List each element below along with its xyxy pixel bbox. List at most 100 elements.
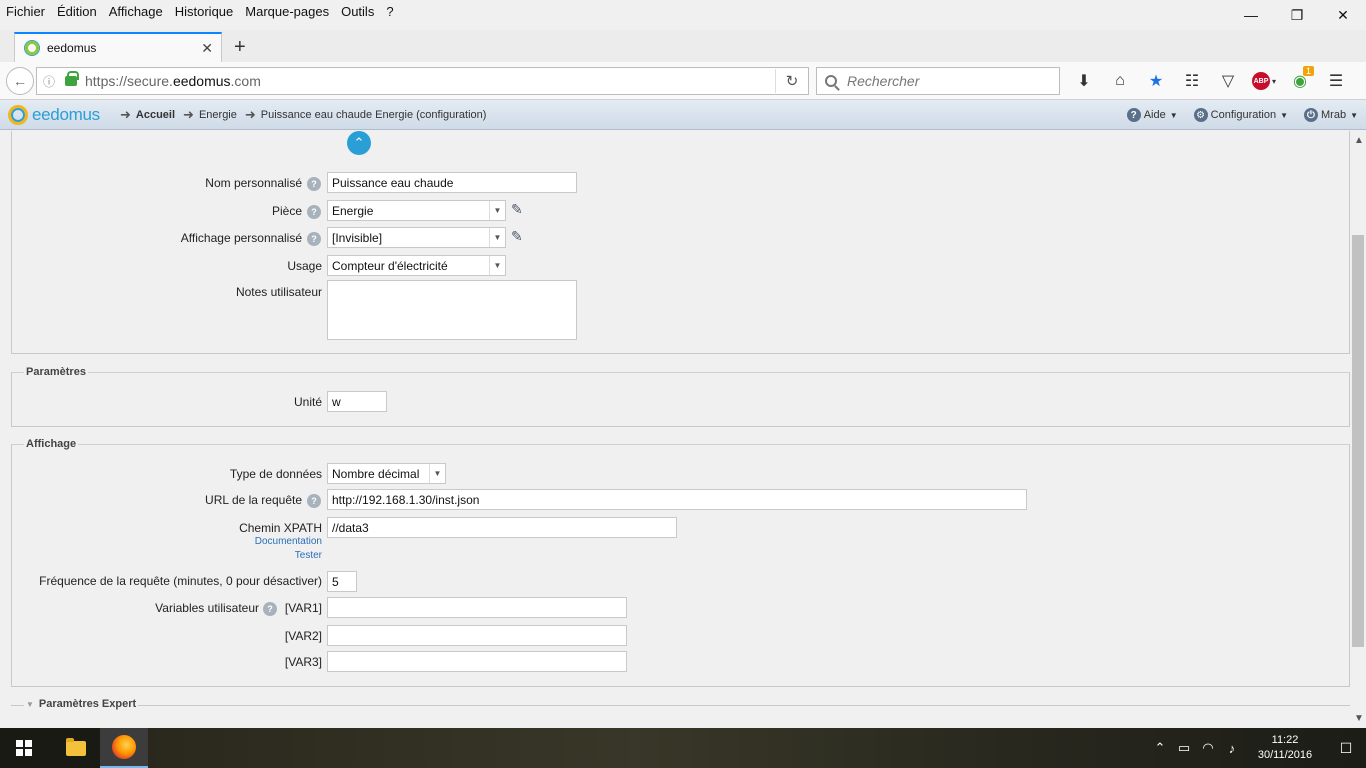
usage-value: Compteur d'électricité — [332, 258, 448, 273]
search-placeholder: Rechercher — [847, 73, 920, 89]
var2-field[interactable] — [327, 625, 627, 646]
expert-legend[interactable]: ▼ Paramètres Expert — [24, 698, 139, 710]
tab-close-icon[interactable]: ✕ — [201, 40, 213, 57]
url-field[interactable]: http://192.168.1.30/inst.json — [327, 489, 1027, 510]
menu-fichier[interactable]: Fichier — [0, 4, 51, 19]
menu-affichage[interactable]: Affichage — [103, 4, 169, 19]
url-bar[interactable]: ⓘ https://secure.eedomus.com ↻ — [36, 67, 809, 95]
home-icon[interactable]: ⌂ — [1102, 62, 1138, 100]
var3-label: [VAR3] — [284, 655, 322, 669]
edit-display-pencil-icon[interactable]: ✎ — [511, 228, 523, 245]
var1-field[interactable] — [327, 597, 627, 618]
new-tab-button[interactable]: + — [234, 36, 246, 59]
tab-eedomus[interactable]: eedomus ✕ — [14, 32, 222, 62]
bookmark-star-icon[interactable]: ★ — [1138, 62, 1174, 100]
tester-link[interactable]: Tester — [200, 550, 322, 561]
gear-icon: ⚙ — [1193, 108, 1208, 122]
display-select[interactable]: [Invisible] ▼ — [327, 227, 506, 248]
var2-label: [VAR2] — [284, 629, 322, 643]
xpath-label: Chemin XPATH — [239, 521, 322, 535]
close-window-button[interactable]: ✕ — [1320, 0, 1366, 30]
tab-title: eedomus — [47, 41, 97, 55]
url-prefix: https://secure. — [85, 73, 173, 89]
datatype-value: Nombre décimal — [332, 466, 420, 481]
usage-select[interactable]: Compteur d'électricité ▼ — [327, 255, 506, 276]
volume-icon[interactable]: ♪ — [1220, 741, 1244, 756]
display-label: Affichage personnalisé — [180, 231, 302, 245]
hamburger-menu-icon[interactable]: ☰ — [1318, 62, 1354, 100]
help-icon[interactable]: ? — [307, 232, 321, 246]
restore-button[interactable]: ❐ — [1274, 0, 1320, 30]
start-button[interactable] — [0, 728, 48, 768]
download-icon[interactable]: ⬇ — [1066, 62, 1102, 100]
notification-icon[interactable]: ☐ — [1326, 740, 1366, 757]
breadcrumb-energie[interactable]: Energie — [199, 109, 237, 121]
scroll-up-icon[interactable]: ▲ — [1354, 135, 1364, 146]
config-menu[interactable]: ⚙ Configuration ▼ — [1193, 108, 1288, 122]
menu-outils[interactable]: Outils — [335, 4, 380, 19]
scroll-down-icon[interactable]: ▼ — [1354, 713, 1364, 724]
abp-caret-icon: ▾ — [1271, 76, 1276, 86]
expert-legend-text: Paramètres Expert — [38, 698, 137, 710]
breadcrumb-arrow-icon: ➜ — [244, 107, 256, 122]
chevron-down-icon: ▼ — [489, 256, 505, 275]
breadcrumb-home[interactable]: Accueil — [136, 109, 175, 121]
breadcrumb-arrow-icon: ➜ — [120, 107, 131, 122]
adblock-icon[interactable]: ABP ▾ — [1246, 62, 1282, 100]
extension-icon[interactable]: ◉ 1 — [1282, 62, 1318, 100]
documentation-link[interactable]: Documentation — [200, 536, 322, 547]
firefox-taskbar-button[interactable] — [100, 728, 148, 768]
datatype-select[interactable]: Nombre décimal ▼ — [327, 463, 446, 484]
notes-label: Notes utilisateur — [235, 285, 322, 299]
room-select[interactable]: Energie ▼ — [327, 200, 506, 221]
taskbar: ⌃ ▭ ◠ ♪ 11:22 30/11/2016 ☐ — [0, 728, 1366, 768]
eedomus-logo[interactable]: eedomus — [8, 105, 100, 125]
notes-textarea[interactable] — [327, 280, 577, 340]
menu-bar: Fichier Édition Affichage Historique Mar… — [0, 0, 1366, 22]
help-menu[interactable]: ? Aide ▼ — [1126, 108, 1178, 122]
menu-help[interactable]: ? — [380, 4, 399, 19]
frequency-field[interactable]: 5 — [327, 571, 357, 592]
minimize-button[interactable]: — — [1228, 0, 1274, 30]
clock[interactable]: 11:22 30/11/2016 — [1250, 733, 1320, 763]
user-menu[interactable]: ⏻ Mrab ▼ — [1304, 108, 1358, 122]
menu-marque-pages[interactable]: Marque-pages — [239, 4, 335, 19]
help-icon[interactable]: ? — [307, 494, 321, 508]
url-suffix: .com — [230, 73, 261, 89]
edit-room-pencil-icon[interactable]: ✎ — [511, 201, 523, 218]
page-scrollbar[interactable]: ▲ ▼ — [1350, 131, 1366, 728]
help-icon[interactable]: ? — [307, 205, 321, 219]
chevron-up-icon[interactable]: ⌃ — [1148, 740, 1172, 756]
wifi-icon[interactable]: ◠ — [1196, 740, 1220, 756]
file-explorer-button[interactable] — [52, 728, 100, 768]
name-field[interactable]: Puissance eau chaude — [327, 172, 577, 193]
help-icon[interactable]: ? — [307, 177, 321, 191]
menu-edition[interactable]: Édition — [51, 4, 103, 19]
pocket-icon[interactable]: ▽ — [1210, 62, 1246, 100]
user-label: Mrab — [1321, 109, 1347, 121]
search-bar[interactable]: Rechercher — [816, 67, 1060, 95]
scroll-thumb[interactable] — [1352, 235, 1364, 647]
back-button[interactable]: ← — [6, 67, 34, 95]
info-icon[interactable]: ⓘ — [43, 73, 59, 90]
back-arrow-icon: ← — [13, 73, 27, 89]
navigation-bar: ← ⓘ https://secure.eedomus.com ↻ Recherc… — [0, 62, 1366, 100]
bookmarks-list-icon[interactable]: ☷ — [1174, 62, 1210, 100]
chevron-down-icon: ▼ — [489, 201, 505, 220]
reload-icon[interactable]: ↻ — [776, 72, 808, 90]
collapse-up-icon[interactable]: ⌃ — [347, 131, 371, 155]
app-menu: ? Aide ▼ ⚙ Configuration ▼ ⏻ Mrab ▼ — [1111, 100, 1358, 130]
xpath-field[interactable]: //data3 — [327, 517, 677, 538]
unit-field[interactable]: w — [327, 391, 387, 412]
var3-field[interactable] — [327, 651, 627, 672]
frequency-label: Fréquence de la requête (minutes, 0 pour… — [39, 574, 322, 588]
chevron-down-icon: ▼ — [1350, 110, 1358, 120]
clock-time: 11:22 — [1271, 734, 1299, 746]
url-label: URL de la requête — [205, 493, 302, 507]
menu-historique[interactable]: Historique — [169, 4, 240, 19]
usage-label: Usage — [287, 259, 322, 273]
battery-icon[interactable]: ▭ — [1172, 740, 1196, 756]
chevron-down-icon: ▼ — [1169, 110, 1178, 120]
url-text[interactable]: https://secure.eedomus.com — [85, 73, 775, 89]
app-header: eedomus ➜ Accueil ➜ Energie ➜ Puissance … — [0, 100, 1366, 130]
